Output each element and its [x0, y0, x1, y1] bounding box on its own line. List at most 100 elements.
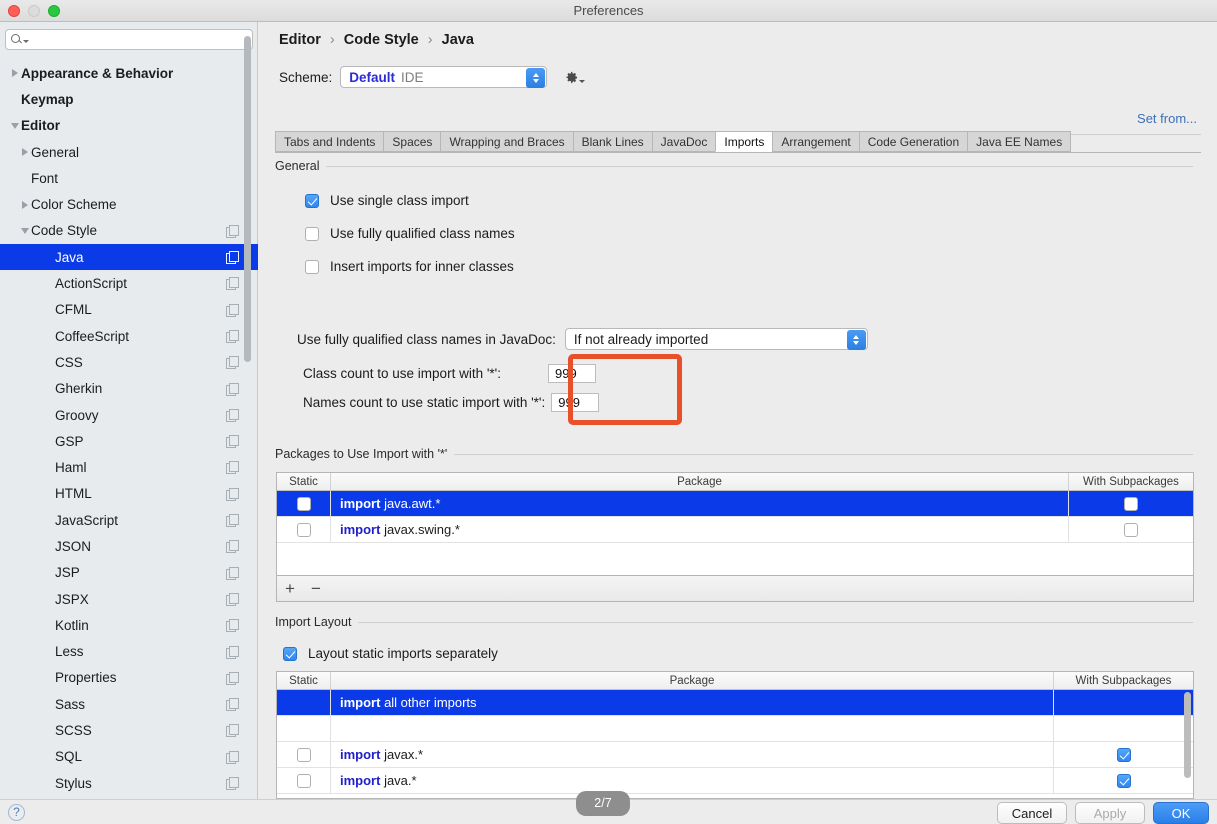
sidebar-item-haml[interactable]: Haml: [0, 454, 258, 480]
copy-icon[interactable]: [226, 303, 239, 317]
copy-icon[interactable]: [226, 645, 239, 659]
chevron-down-icon[interactable]: [8, 122, 21, 129]
copy-icon[interactable]: [226, 329, 239, 343]
copy-icon[interactable]: [226, 698, 239, 712]
insert-imports-for-inner-classes-row[interactable]: Insert imports for inner classes: [305, 259, 514, 274]
scheme-stepper-icon[interactable]: [526, 68, 546, 88]
cancel-button[interactable]: Cancel: [997, 802, 1067, 824]
help-button[interactable]: ?: [8, 804, 25, 821]
sidebar-item-css[interactable]: CSS: [0, 349, 258, 375]
sidebar-item-jspx[interactable]: JSPX: [0, 586, 258, 612]
use-single-class-import-row[interactable]: Use single class import: [305, 193, 469, 208]
sidebar-scrollbar[interactable]: [244, 36, 251, 362]
sidebar-item-html[interactable]: HTML: [0, 481, 258, 507]
sidebar-item-coffeescript[interactable]: CoffeeScript: [0, 323, 258, 349]
tab-java-ee-names[interactable]: Java EE Names: [967, 131, 1072, 152]
copy-icon[interactable]: [226, 356, 239, 370]
sidebar-item-keymap[interactable]: Keymap: [0, 86, 258, 112]
use-fully-qualified-class-names-checkbox[interactable]: [305, 226, 319, 241]
import-layout-table[interactable]: Static Package With Subpackages import a…: [276, 671, 1194, 799]
add-package-button[interactable]: +: [277, 576, 303, 601]
sidebar-item-javascript[interactable]: JavaScript: [0, 507, 258, 533]
copy-icon[interactable]: [226, 514, 239, 528]
settings-tabs[interactable]: Tabs and Indents Spaces Wrapping and Brace…: [275, 131, 1072, 152]
table-row[interactable]: import all other imports: [277, 689, 1193, 716]
copy-icon[interactable]: [226, 540, 239, 554]
with-subpackages-checkbox[interactable]: [1124, 522, 1138, 537]
sidebar-item-stylus[interactable]: Stylus: [0, 770, 258, 796]
tab-wrapping-and-braces[interactable]: Wrapping and Braces: [440, 131, 574, 152]
copy-icon[interactable]: [226, 487, 239, 501]
scheme-select[interactable]: Default IDE: [340, 66, 548, 88]
tab-blank-lines[interactable]: Blank Lines: [572, 131, 653, 152]
sidebar-item-sql[interactable]: SQL: [0, 744, 258, 770]
sidebar-item-color-scheme[interactable]: Color Scheme: [0, 191, 258, 217]
remove-package-button[interactable]: −: [303, 576, 329, 601]
breadcrumb-code-style[interactable]: Code Style: [344, 32, 419, 48]
table-row[interactable]: import javax.*: [277, 741, 1193, 768]
chevron-right-icon[interactable]: [8, 69, 21, 78]
import-layout-scrollbar[interactable]: [1184, 692, 1191, 778]
breadcrumb-java[interactable]: Java: [442, 32, 474, 48]
use-fully-qualified-class-names-row[interactable]: Use fully qualified class names: [305, 226, 515, 241]
copy-icon[interactable]: [226, 777, 239, 791]
tab-imports[interactable]: Imports: [715, 131, 774, 152]
sidebar-item-gherkin[interactable]: Gherkin: [0, 376, 258, 402]
copy-icon[interactable]: [226, 435, 239, 449]
apply-button[interactable]: Apply: [1075, 802, 1145, 824]
table-row[interactable]: import java.awt.*: [277, 490, 1193, 517]
gear-icon[interactable]: [563, 70, 586, 85]
packages-table[interactable]: Static Package With Subpackages import j…: [276, 472, 1194, 576]
sidebar-item-actionscript[interactable]: ActionScript: [0, 270, 258, 296]
copy-icon[interactable]: [226, 750, 239, 764]
sidebar-item-scss[interactable]: SCSS: [0, 717, 258, 743]
with-subpackages-checkbox[interactable]: [1116, 747, 1131, 762]
set-from-link[interactable]: Set from...: [1137, 111, 1197, 126]
javadoc-fqcn-select[interactable]: If not already imported: [564, 328, 868, 350]
breadcrumb-editor[interactable]: Editor: [279, 32, 321, 48]
search-field[interactable]: [5, 29, 253, 50]
tab-tabs-and-indents[interactable]: Tabs and Indents: [275, 131, 385, 152]
copy-icon[interactable]: [226, 461, 239, 475]
sidebar-item-gsp[interactable]: GSP: [0, 428, 258, 454]
copy-icon[interactable]: [226, 619, 239, 633]
sidebar-item-general[interactable]: General: [0, 139, 258, 165]
settings-tree[interactable]: Appearance & Behavior Keymap Editor General…: [0, 60, 258, 800]
table-row[interactable]: import java.*: [277, 767, 1193, 794]
sidebar-item-sass[interactable]: Sass: [0, 691, 258, 717]
chevron-right-icon[interactable]: [18, 148, 31, 157]
copy-icon[interactable]: [226, 592, 239, 606]
names-count-input[interactable]: [551, 393, 600, 412]
class-count-input[interactable]: [548, 364, 596, 383]
layout-static-imports-separately-checkbox[interactable]: [283, 646, 297, 661]
with-subpackages-checkbox[interactable]: [1116, 773, 1131, 788]
copy-icon[interactable]: [226, 566, 239, 580]
table-row[interactable]: [277, 715, 1193, 742]
copy-icon[interactable]: [226, 671, 239, 685]
sidebar-item-groovy[interactable]: Groovy: [0, 402, 258, 428]
copy-icon[interactable]: [226, 382, 239, 396]
insert-imports-for-inner-classes-checkbox[interactable]: [305, 259, 319, 274]
layout-static-imports-separately-row[interactable]: Layout static imports separately: [283, 646, 498, 661]
sidebar-item-json[interactable]: JSON: [0, 533, 258, 559]
copy-icon[interactable]: [226, 251, 239, 265]
chevron-down-icon[interactable]: [18, 227, 31, 234]
sidebar-item-appearance-behavior[interactable]: Appearance & Behavior: [0, 60, 258, 86]
static-checkbox[interactable]: [296, 522, 311, 537]
sidebar-item-editor[interactable]: Editor: [0, 113, 258, 139]
chevron-right-icon[interactable]: [18, 200, 31, 209]
copy-icon[interactable]: [226, 408, 239, 422]
tab-arrangement[interactable]: Arrangement: [772, 131, 860, 152]
sidebar-item-cfml[interactable]: CFML: [0, 297, 258, 323]
with-subpackages-checkbox[interactable]: [1124, 496, 1138, 511]
use-single-class-import-checkbox[interactable]: [305, 193, 319, 208]
copy-icon[interactable]: [226, 277, 239, 291]
sidebar-item-properties[interactable]: Properties: [0, 665, 258, 691]
sidebar-item-kotlin[interactable]: Kotlin: [0, 612, 258, 638]
static-checkbox[interactable]: [296, 747, 311, 762]
sidebar-item-java[interactable]: Java: [0, 244, 258, 271]
ok-button[interactable]: OK: [1153, 802, 1209, 824]
copy-icon[interactable]: [226, 724, 239, 738]
tab-code-generation[interactable]: Code Generation: [858, 131, 969, 152]
sidebar-item-jsp[interactable]: JSP: [0, 560, 258, 586]
